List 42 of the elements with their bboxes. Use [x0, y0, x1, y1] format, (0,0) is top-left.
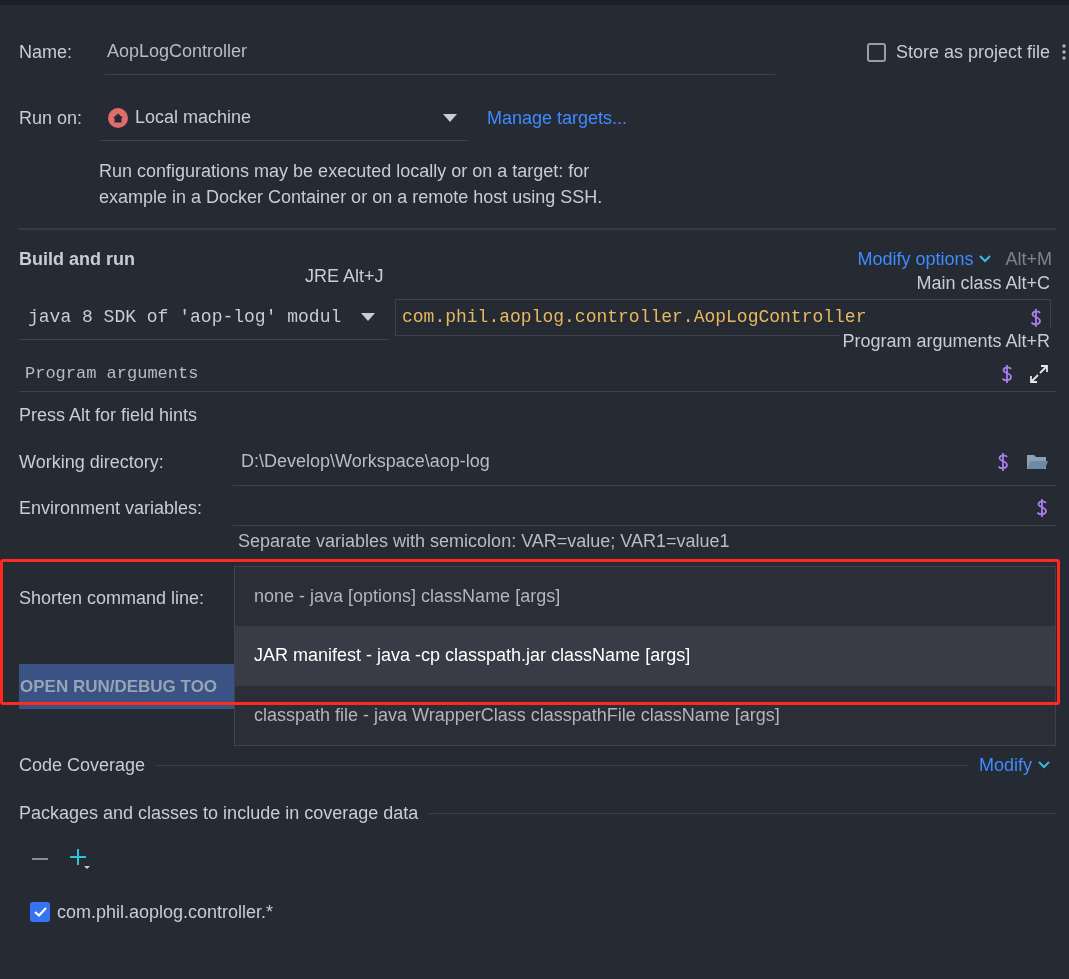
- section-title: Build and run: [19, 247, 135, 271]
- caret-icon: [361, 313, 375, 321]
- dropdown-option[interactable]: classpath file - java WrapperClass classpathFile className [args]: [235, 685, 1055, 745]
- description-text: example in a Docker Container or on a remote host using SSH.: [99, 186, 604, 209]
- pattern-label: com.phil.aoplog.controller.*: [57, 900, 274, 924]
- expand-icon[interactable]: [1030, 365, 1048, 383]
- folder-icon[interactable]: [1026, 452, 1048, 471]
- more-options-icon[interactable]: [1062, 43, 1066, 61]
- shorten-command-line-label: Shorten command line:: [19, 588, 205, 608]
- name-label: Name:: [19, 40, 73, 64]
- section-title: Code Coverage: [19, 753, 146, 777]
- modify-link[interactable]: Modify: [979, 751, 1050, 779]
- environment-variables-hint: Separate variables with semicolon: VAR=value; VAR1=value1: [238, 530, 731, 553]
- checkmark-icon: [33, 907, 47, 917]
- working-directory-field[interactable]: D:\Develop\Workspace\aop-log: [233, 438, 1056, 486]
- dollar-icon[interactable]: [1030, 307, 1042, 328]
- dropdown-option[interactable]: none - java [options] className [args]: [235, 567, 1055, 627]
- shortcut-hint: Alt+M: [1005, 247, 1052, 271]
- run-on-label: Run on:: [19, 106, 84, 130]
- manage-targets-link[interactable]: Manage targets...: [487, 104, 628, 132]
- checkbox[interactable]: [30, 902, 50, 922]
- add-icon[interactable]: [70, 849, 90, 869]
- modify-options-link[interactable]: Modify options: [857, 245, 992, 273]
- jre-dropdown[interactable]: java 8 SDK of 'aop-log' modul: [19, 295, 389, 340]
- dollar-icon[interactable]: [1036, 498, 1048, 518]
- chevron-down-icon: [979, 255, 992, 263]
- checkbox[interactable]: [866, 42, 886, 62]
- dollar-icon[interactable]: [1001, 364, 1013, 384]
- environment-variables-label: Environment variables:: [19, 497, 204, 520]
- store-as-project-file-label: Store as project file: [895, 40, 1050, 64]
- run-on-dropdown[interactable]: Local machine: [100, 95, 468, 141]
- working-directory-label: Working directory:: [19, 450, 165, 474]
- program-arguments-field[interactable]: Program arguments: [19, 357, 1056, 392]
- caret-icon: [443, 113, 457, 122]
- field-hints-text: Press Alt for field hints: [19, 404, 199, 427]
- dollar-icon[interactable]: [997, 451, 1009, 472]
- description-text: Run configurations may be executed locally or on a target: for: [99, 160, 591, 183]
- chevron-down-icon: [1038, 761, 1050, 769]
- dropdown-option[interactable]: JAR manifest - java -cp classpath.jar className [args]: [235, 626, 1055, 686]
- house-icon: [108, 107, 128, 128]
- name-field[interactable]: AopLogController: [105, 29, 775, 75]
- section-title: Packages and classes to include in coverage data: [19, 801, 419, 825]
